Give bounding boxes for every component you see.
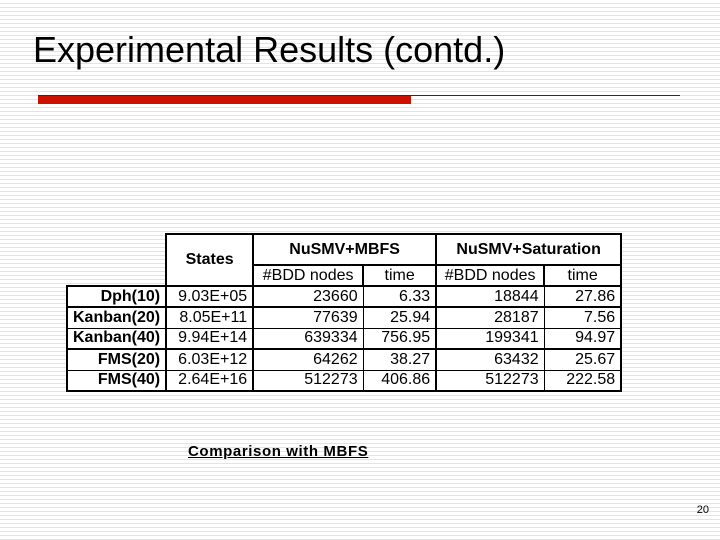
row-label: Kanban(40) [65,327,168,350]
cell-saturation-time: 222.58 [543,369,623,392]
cell-saturation-time: 7.56 [543,306,623,329]
cell-saturation-bdd-nodes: 63432 [435,348,545,371]
cell-mbfs-time: 6.33 [362,285,438,308]
cell-mbfs-time: 38.27 [362,348,438,371]
slide-canvas: Experimental Results (contd.) States NuS… [0,0,720,540]
row-label: Kanban(20) [65,306,168,329]
table-header-row-groups: States NuSMV+MBFS NuSMV+Saturation [67,233,623,287]
results-table-container: States NuSMV+MBFS NuSMV+Saturation #BDD … [65,233,623,392]
cell-mbfs-time: 756.95 [362,327,438,350]
table-row: FMS(20) 6.03E+12 64262 38.27 63432 25.67 [65,348,623,371]
cell-saturation-bdd-nodes: 199341 [435,327,545,350]
column-header-group-nusmv-mbfs: NuSMV+MBFS [252,233,438,266]
cell-saturation-time: 27.86 [543,285,623,308]
cell-saturation-time: 25.67 [543,348,623,371]
cell-mbfs-bdd-nodes: 77639 [252,306,364,329]
cell-states: 8.05E+11 [165,306,255,329]
cell-states: 9.03E+05 [165,285,255,308]
table-row: Kanban(40) 9.94E+14 639334 756.95 199341… [65,327,623,350]
cell-mbfs-bdd-nodes: 64262 [252,348,364,371]
table-header: States NuSMV+MBFS NuSMV+Saturation #BDD … [67,233,623,287]
cell-saturation-bdd-nodes: 512273 [435,369,545,392]
table-header-row-subs: #BDD nodes time #BDD nodes time [67,264,623,287]
cell-states: 6.03E+12 [165,348,255,371]
column-header-states: States [165,233,255,287]
cell-states: 2.64E+16 [165,369,255,392]
column-header-mbfs-bdd-nodes: #BDD nodes [252,264,365,287]
table-corner-cell-lower [67,265,166,286]
column-header-mbfs-time: time [362,264,438,287]
column-header-saturation-bdd-nodes: #BDD nodes [435,264,546,287]
results-table: States NuSMV+MBFS NuSMV+Saturation #BDD … [65,233,623,392]
page-number: 20 [696,504,709,516]
cell-mbfs-bdd-nodes: 639334 [252,327,364,350]
table-row: FMS(40) 2.64E+16 512273 406.86 512273 22… [65,369,623,392]
cell-states: 9.94E+14 [165,327,255,350]
page-title: Experimental Results (contd.) [33,29,506,70]
column-header-saturation-time: time [543,264,623,287]
table-caption: Comparison with MBFS [188,443,369,460]
table-row: Kanban(20) 8.05E+11 77639 25.94 28187 7.… [65,306,623,329]
row-label: FMS(20) [65,348,168,371]
column-header-group-nusmv-saturation: NuSMV+Saturation [435,233,623,266]
cell-saturation-time: 94.97 [543,327,623,350]
cell-mbfs-time: 406.86 [362,369,438,392]
cell-saturation-bdd-nodes: 18844 [435,285,545,308]
row-label: Dph(10) [65,285,168,308]
table-row: Dph(10) 9.03E+05 23660 6.33 18844 27.86 [65,285,623,308]
title-accent-bar [38,96,411,104]
cell-mbfs-time: 25.94 [362,306,438,329]
cell-saturation-bdd-nodes: 28187 [435,306,545,329]
row-label: FMS(40) [65,369,168,392]
table-body: Dph(10) 9.03E+05 23660 6.33 18844 27.86 … [65,285,623,392]
table-corner-cell [67,234,166,265]
cell-mbfs-bdd-nodes: 23660 [252,285,364,308]
cell-mbfs-bdd-nodes: 512273 [252,369,364,392]
